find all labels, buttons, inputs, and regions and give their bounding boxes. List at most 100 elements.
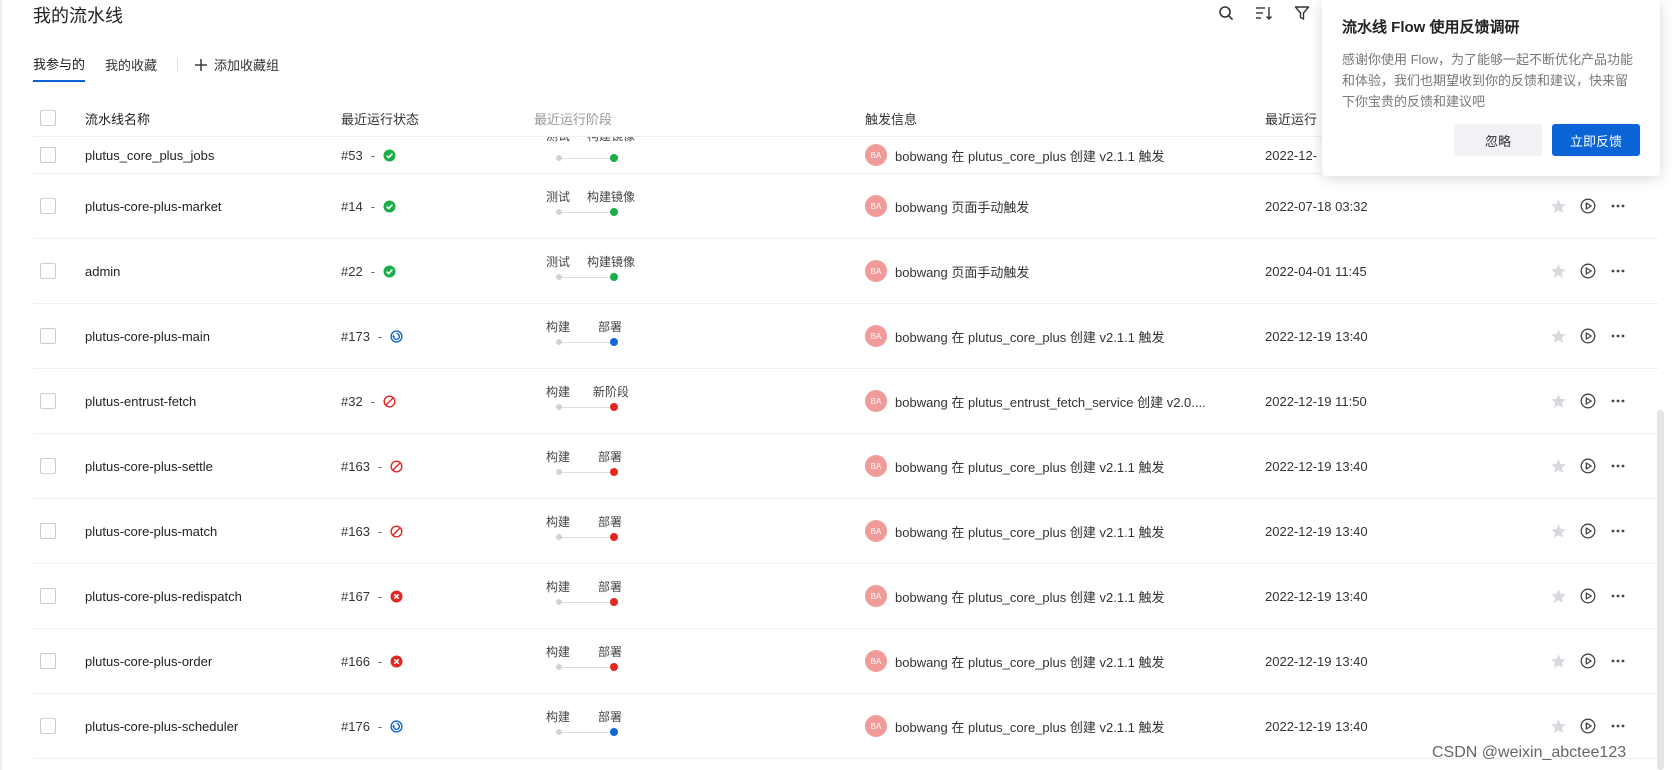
row-checkbox[interactable] <box>40 523 56 539</box>
star-icon[interactable] <box>1549 522 1567 540</box>
pipeline-name[interactable]: plutus-core-plus-match <box>85 524 341 539</box>
add-favorite-group-button[interactable]: 添加收藏组 <box>194 55 279 81</box>
stage-label: 部署 <box>598 580 623 594</box>
last-run-time: 2022-04-01 11:45 <box>1265 263 1367 279</box>
run-icon[interactable] <box>1579 587 1597 605</box>
trigger-text: bobwang 在 plutus_core_plus 创建 v2.1.1 触发 <box>895 148 1165 164</box>
trigger-text: bobwang 在 plutus_core_plus 创建 v2.1.1 触发 <box>895 459 1165 475</box>
row-checkbox[interactable] <box>40 653 56 669</box>
stage-dot-current <box>610 273 618 281</box>
table-row[interactable]: plutus-entrust-fetch #32- 构建 新阶段 BA bobwang 在… <box>33 369 1658 434</box>
star-icon[interactable] <box>1549 652 1567 670</box>
run-icon[interactable] <box>1579 522 1597 540</box>
pipeline-name[interactable]: plutus-core-plus-scheduler <box>85 719 341 734</box>
row-checkbox[interactable] <box>40 588 56 604</box>
run-icon[interactable] <box>1579 197 1597 215</box>
row-checkbox[interactable] <box>40 718 56 734</box>
run-number[interactable]: #22 <box>341 264 363 279</box>
table-row[interactable]: plutus-core-plus-order #166- 构建 部署 BA bobwang… <box>33 629 1658 694</box>
row-checkbox[interactable] <box>40 393 56 409</box>
pipeline-name[interactable]: plutus-entrust-fetch <box>85 394 341 409</box>
stage-label: 构建 <box>546 710 571 724</box>
feedback-button[interactable]: 立即反馈 <box>1552 124 1640 156</box>
run-number[interactable]: #166 <box>341 654 370 669</box>
run-number[interactable]: #173 <box>341 329 370 344</box>
run-number[interactable]: #163 <box>341 459 370 474</box>
avatar: BA <box>865 585 887 607</box>
more-icon[interactable] <box>1609 717 1627 735</box>
run-icon[interactable] <box>1579 652 1597 670</box>
pipeline-name[interactable]: plutus-core-plus-order <box>85 654 341 669</box>
row-checkbox[interactable] <box>40 147 56 163</box>
feedback-popover: 流水线 Flow 使用反馈调研 感谢你使用 Flow，为了能够一起不断优化产品功… <box>1322 0 1660 176</box>
stage-label: 构建镜像 <box>587 137 635 144</box>
row-checkbox[interactable] <box>40 328 56 344</box>
run-status: #163- <box>341 459 534 474</box>
avatar: BA <box>865 715 887 737</box>
table-row[interactable]: plutus-core-plus-market #14- 测试 构建镜像 BA bobwa… <box>33 174 1658 239</box>
filter-icon[interactable] <box>1291 2 1313 24</box>
star-icon[interactable] <box>1549 587 1567 605</box>
run-icon[interactable] <box>1579 457 1597 475</box>
table-row[interactable]: admin #22- 测试 构建镜像 BA bobwang 页面手动触发 2022-04-0… <box>33 239 1658 304</box>
pipeline-name[interactable]: plutus_core_plus_jobs <box>85 148 341 163</box>
stage-label: 新阶段 <box>593 385 630 399</box>
more-icon[interactable] <box>1609 587 1627 605</box>
run-icon[interactable] <box>1579 327 1597 345</box>
star-icon[interactable] <box>1549 197 1567 215</box>
pipeline-name[interactable]: plutus-core-plus-main <box>85 329 341 344</box>
table-row[interactable]: plutus-core-plus-redispatch #167- 构建 部署 BA bo… <box>33 564 1658 629</box>
more-icon[interactable] <box>1609 197 1627 215</box>
row-checkbox[interactable] <box>40 263 56 279</box>
star-icon[interactable] <box>1549 262 1567 280</box>
run-number[interactable]: #167 <box>341 589 370 604</box>
stage-label: 构建 <box>546 385 571 399</box>
star-icon[interactable] <box>1549 327 1567 345</box>
more-icon[interactable] <box>1609 522 1627 540</box>
more-icon[interactable] <box>1609 392 1627 410</box>
table-row[interactable]: plutus-core-plus-main #173- 构建 部署 BA bobwang … <box>33 304 1658 369</box>
table-row[interactable]: plutus-core-plus-match #163- 构建 部署 BA bobwang… <box>33 499 1658 564</box>
stage-progress: 构建 部署 <box>534 434 865 498</box>
sort-icon[interactable] <box>1253 2 1275 24</box>
run-icon[interactable] <box>1579 262 1597 280</box>
pipeline-name[interactable]: plutus-core-plus-settle <box>85 459 341 474</box>
stage-dot-current <box>610 338 618 346</box>
run-number[interactable]: #53 <box>341 148 363 163</box>
more-icon[interactable] <box>1609 262 1627 280</box>
select-all-checkbox[interactable] <box>40 110 56 126</box>
avatar: BA <box>865 390 887 412</box>
run-icon[interactable] <box>1579 392 1597 410</box>
star-icon[interactable] <box>1549 717 1567 735</box>
run-number[interactable]: #176 <box>341 719 370 734</box>
tab-participated[interactable]: 我参与的 <box>33 54 86 82</box>
stage-label: 部署 <box>598 515 623 529</box>
pipeline-name[interactable]: plutus-core-plus-market <box>85 199 341 214</box>
run-number[interactable]: #163 <box>341 524 370 539</box>
row-checkbox[interactable] <box>40 198 56 214</box>
more-icon[interactable] <box>1609 652 1627 670</box>
row-checkbox[interactable] <box>40 458 56 474</box>
pipeline-name[interactable]: admin <box>85 264 341 279</box>
status-separator: - <box>377 588 383 604</box>
star-icon[interactable] <box>1549 457 1567 475</box>
row-actions <box>1549 457 1657 475</box>
more-icon[interactable] <box>1609 327 1627 345</box>
table-row[interactable]: plutus-core-plus-scheduler #176- 构建 部署 BA bob… <box>33 694 1658 759</box>
add-favorite-group-label: 添加收藏组 <box>214 58 280 73</box>
run-icon[interactable] <box>1579 717 1597 735</box>
run-number[interactable]: #14 <box>341 199 363 214</box>
tab-favorites[interactable]: 我的收藏 <box>105 55 157 81</box>
run-number[interactable]: #32 <box>341 394 363 409</box>
more-icon[interactable] <box>1609 457 1627 475</box>
table-row[interactable]: plutus-core-plus-settle #163- 构建 部署 BA bobwan… <box>33 434 1658 499</box>
scrollbar[interactable] <box>1657 410 1664 770</box>
status-cancelled-icon <box>383 394 396 408</box>
stage-label: 部署 <box>598 320 623 334</box>
ignore-button[interactable]: 忽略 <box>1454 124 1542 156</box>
search-icon[interactable] <box>1215 2 1237 24</box>
star-icon[interactable] <box>1549 392 1567 410</box>
trigger-info: BA bobwang 在 plutus_core_plus 创建 v2.1.1 触… <box>865 585 1265 607</box>
trigger-info: BA bobwang 在 plutus_core_plus 创建 v2.1.1 触… <box>865 520 1265 542</box>
pipeline-name[interactable]: plutus-core-plus-redispatch <box>85 589 341 604</box>
